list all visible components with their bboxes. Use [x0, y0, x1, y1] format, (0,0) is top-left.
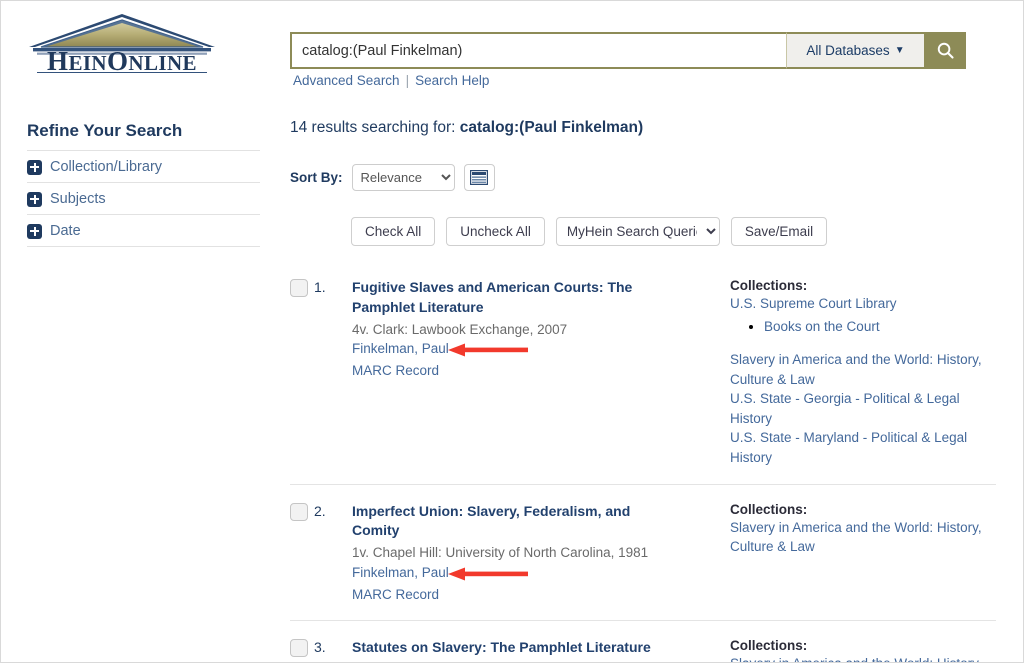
result-row: 2. Imperfect Union: Slavery, Federalism,… [290, 484, 996, 620]
search-bar: All Databases ▼ [290, 32, 966, 69]
list-view-icon [470, 170, 488, 185]
sort-by-select[interactable]: Relevance [352, 164, 455, 191]
result-details: Statutes on Slavery: The Pamphlet Litera… [352, 638, 714, 663]
list-view-toggle-button[interactable] [464, 164, 495, 191]
search-help-links: Advanced Search | Search Help [293, 73, 489, 88]
collections-label: Collections: [730, 502, 996, 517]
result-author-row: Finkelman, Paul [352, 564, 714, 584]
collections-gap [730, 336, 996, 350]
database-scope-label: All Databases [806, 43, 889, 58]
collections-label: Collections: [730, 278, 996, 293]
results-list: 1. Fugitive Slaves and American Courts: … [290, 266, 996, 663]
plus-icon [27, 160, 42, 175]
sidebar-item-date[interactable]: Date [27, 214, 260, 247]
result-collections: Collections: Slavery in America and the … [714, 502, 996, 557]
result-details: Fugitive Slaves and American Courts: The… [352, 278, 714, 380]
uncheck-all-button[interactable]: Uncheck All [446, 217, 545, 246]
result-checkbox[interactable] [290, 639, 308, 657]
results-count-text: 14 results searching for: [290, 119, 460, 136]
heinonline-search-results-page: HEINONLINE All Databases ▼ Advanced Sear… [0, 0, 1024, 663]
svg-text:HEINONLINE: HEINONLINE [47, 46, 197, 73]
collection-link[interactable]: Slavery in America and the World: Histor… [730, 350, 996, 389]
result-author-row: Finkelman, Paul [352, 340, 714, 360]
plus-icon [27, 224, 42, 239]
database-scope-dropdown[interactable]: All Databases ▼ [786, 32, 924, 69]
heinonline-logo[interactable]: HEINONLINE [27, 11, 217, 73]
search-submit-button[interactable] [924, 32, 966, 69]
sidebar-item-label: Date [50, 223, 81, 239]
sidebar-item-subjects[interactable]: Subjects [27, 182, 260, 214]
results-summary: 14 results searching for: catalog:(Paul … [290, 119, 996, 137]
advanced-search-link[interactable]: Advanced Search [293, 73, 400, 88]
sidebar-item-label: Collection/Library [50, 159, 162, 175]
result-checkbox[interactable] [290, 279, 308, 297]
save-email-button[interactable]: Save/Email [731, 217, 827, 246]
result-number: 3. [308, 638, 352, 655]
result-number: 2. [308, 502, 352, 519]
result-marc-record-link[interactable]: MARC Record [352, 587, 439, 602]
search-input[interactable] [290, 32, 786, 69]
collection-link[interactable]: U.S. State - Maryland - Political & Lega… [730, 428, 996, 467]
result-row: 1. Fugitive Slaves and American Courts: … [290, 266, 996, 484]
refine-search-title: Refine Your Search [27, 121, 260, 141]
collection-sub-link[interactable]: Books on the Court [764, 317, 996, 337]
annotation-arrow-icon [448, 343, 528, 357]
result-title-link[interactable]: Fugitive Slaves and American Courts: The… [352, 278, 662, 318]
sort-by-label: Sort By: [290, 170, 343, 185]
annotation-arrow-icon [448, 567, 528, 581]
check-all-button[interactable]: Check All [351, 217, 435, 246]
refine-search-sidebar: Refine Your Search Collection/Library Su… [27, 121, 260, 247]
result-marc-record-link[interactable]: MARC Record [352, 363, 439, 378]
result-details: Imperfect Union: Slavery, Federalism, an… [352, 502, 714, 604]
result-number: 1. [308, 278, 352, 295]
search-icon [936, 41, 955, 60]
collection-link[interactable]: Slavery in America and the World: Histor… [730, 518, 996, 557]
collection-link[interactable]: Slavery in America and the World: Histor… [730, 654, 996, 663]
collection-link[interactable]: U.S. Supreme Court Library [730, 294, 996, 314]
collection-sublist: Books on the Court [730, 315, 996, 337]
link-separator: | [406, 73, 410, 88]
collections-label: Collections: [730, 638, 996, 653]
sort-toolbar: Sort By: Relevance [290, 164, 996, 191]
result-title-link[interactable]: Statutes on Slavery: The Pamphlet Litera… [352, 638, 662, 658]
results-main: 14 results searching for: catalog:(Paul … [290, 119, 996, 663]
collection-subitem[interactable]: Books on the Court [764, 315, 996, 337]
result-collections: Collections: U.S. Supreme Court Library … [714, 278, 996, 468]
result-citation: 4v. Clark: Lawbook Exchange, 2007 [352, 320, 714, 340]
search-help-link[interactable]: Search Help [415, 73, 489, 88]
result-author-link[interactable]: Finkelman, Paul [352, 341, 449, 356]
result-collections: Collections: Slavery in America and the … [714, 638, 996, 663]
sidebar-item-collection-library[interactable]: Collection/Library [27, 150, 260, 182]
results-action-toolbar: Check All Uncheck All MyHein Search Quer… [290, 217, 996, 246]
results-query-text: catalog:(Paul Finkelman) [460, 119, 643, 136]
result-citation: 1v. Chapel Hill: University of North Car… [352, 543, 714, 563]
plus-icon [27, 192, 42, 207]
result-row: 3. Statutes on Slavery: The Pamphlet Lit… [290, 620, 996, 663]
result-checkbox[interactable] [290, 503, 308, 521]
result-title-link[interactable]: Imperfect Union: Slavery, Federalism, an… [352, 502, 662, 542]
heinonline-logo-mark: HEINONLINE [27, 11, 217, 73]
chevron-down-icon: ▼ [895, 46, 905, 56]
result-author-link[interactable]: Finkelman, Paul [352, 565, 449, 580]
collection-link[interactable]: U.S. State - Georgia - Political & Legal… [730, 389, 996, 428]
myhein-search-queries-select[interactable]: MyHein Search Queries [556, 217, 720, 246]
sidebar-item-label: Subjects [50, 191, 106, 207]
